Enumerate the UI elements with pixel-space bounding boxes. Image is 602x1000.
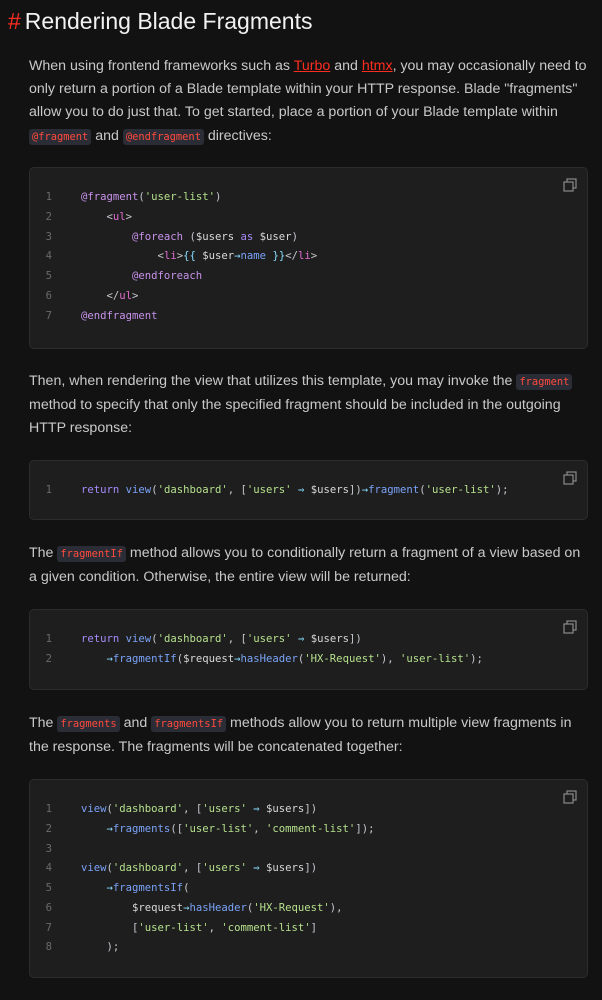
- fragment-paragraph: Then, when rendering the view that utili…: [29, 370, 589, 441]
- inline-code: fragment: [516, 374, 573, 390]
- intro-paragraph: When using frontend frameworks such as T…: [29, 55, 589, 149]
- text: and: [91, 127, 123, 144]
- fragmentif-paragraph: The fragmentIf method allows you to cond…: [29, 542, 589, 589]
- htmx-link[interactable]: htmx: [362, 58, 393, 74]
- code-content: 1 @fragment('user-list') 2 <ul> 3 @foreach …: [45, 191, 318, 322]
- inline-code: fragmentsIf: [151, 716, 227, 732]
- fragments-paragraph: The fragments and fragmentsIf methods al…: [29, 712, 589, 759]
- inline-code: fragments: [57, 716, 120, 732]
- doc-page: # Rendering Blade Fragments When using fr…: [0, 0, 602, 1000]
- text: and: [119, 715, 152, 731]
- turbo-link[interactable]: Turbo: [294, 58, 331, 74]
- heading-anchor[interactable]: #: [8, 8, 21, 34]
- page-title: # Rendering Blade Fragments: [8, 8, 312, 35]
- code-block-fragment-method: 1 return view('dashboard', ['users' ⇒ $us…: [29, 460, 588, 520]
- inline-code: fragmentIf: [57, 546, 126, 562]
- text: directives:: [203, 127, 272, 144]
- inline-code: @fragment: [29, 128, 92, 145]
- inline-code: @endfragment: [122, 128, 204, 145]
- code-content: 1 return view('dashboard', ['users' ⇒ $us…: [45, 484, 509, 496]
- text: The: [29, 715, 58, 731]
- code-block-fragment: 1 @fragment('user-list') 2 <ul> 3 @foreach …: [29, 167, 588, 349]
- heading-text: Rendering Blade Fragments: [24, 8, 313, 34]
- code-content: 1 view('dashboard', ['users' ⇒ $users]) 2 …: [45, 803, 375, 954]
- code-content: 1 return view('dashboard', ['users' ⇒ $us…: [45, 633, 483, 665]
- code-block-fragmentif: 1 return view('dashboard', ['users' ⇒ $us…: [29, 609, 588, 690]
- text: method to specify that only the specifie…: [29, 397, 561, 437]
- text: When using frontend frameworks such as: [29, 58, 294, 74]
- text: Then, when rendering the view that utili…: [29, 373, 517, 389]
- code-block-fragments: 1 view('dashboard', ['users' ⇒ $users]) 2 …: [29, 779, 588, 978]
- text: and: [330, 58, 362, 74]
- text: The: [29, 545, 58, 561]
